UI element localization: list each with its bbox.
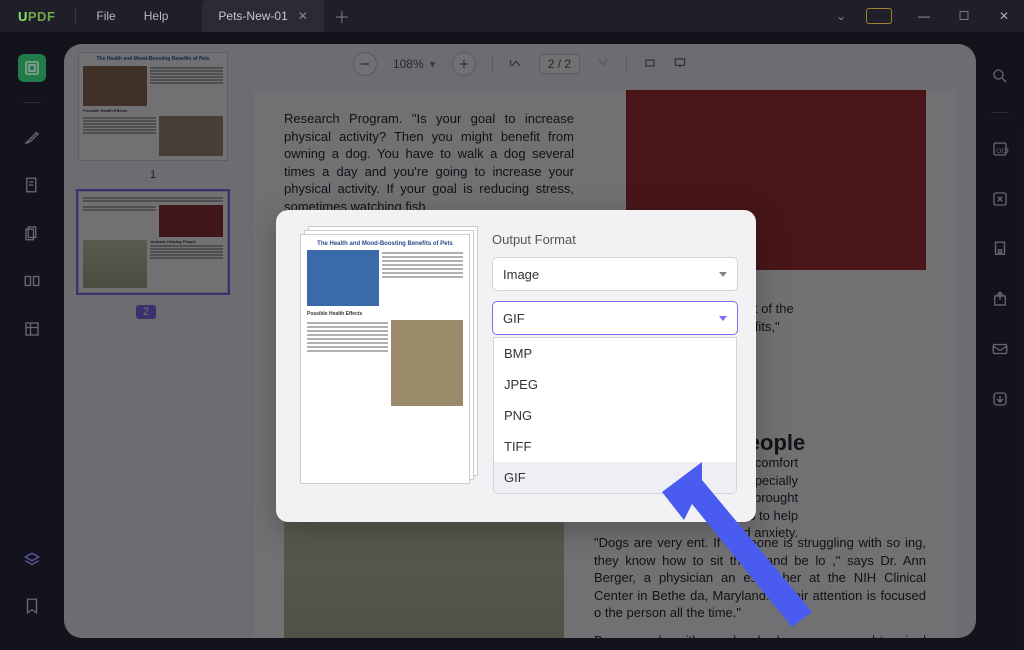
select-value: Image — [503, 267, 539, 282]
protect-icon[interactable] — [986, 235, 1014, 263]
preview-sub: Possible Health Effects — [307, 311, 463, 317]
menu-file[interactable]: File — [82, 9, 129, 23]
left-toolbar — [0, 44, 64, 638]
share-icon[interactable] — [986, 285, 1014, 313]
app-body: OCR 108%▾ 2 / 2 The Health and Mood-Boos… — [0, 32, 1024, 650]
chevron-down-icon — [719, 272, 727, 277]
output-format-label: Output Format — [492, 232, 738, 247]
crop-tool[interactable] — [18, 315, 46, 343]
option-bmp[interactable]: BMP — [494, 338, 736, 369]
bookmark-icon[interactable] — [18, 592, 46, 620]
organize-tool[interactable] — [18, 267, 46, 295]
option-png[interactable]: PNG — [494, 400, 736, 431]
svg-text:OCR: OCR — [996, 148, 1009, 155]
premium-badge[interactable] — [866, 8, 892, 24]
thumbnails-tool[interactable] — [18, 54, 46, 82]
chevron-down-icon[interactable]: ⌄ — [828, 9, 854, 23]
dialog-preview: The Health and Mood-Boosting Benefits of… — [300, 234, 470, 484]
search-icon[interactable] — [986, 62, 1014, 90]
option-gif[interactable]: GIF — [494, 462, 736, 493]
document-tab[interactable]: Pets-New-01 ✕ — [202, 0, 323, 32]
edit-tool[interactable] — [18, 171, 46, 199]
app-logo: UPDF — [18, 9, 55, 24]
separator — [991, 112, 1009, 113]
close-icon[interactable]: ✕ — [298, 9, 308, 23]
option-jpeg[interactable]: JPEG — [494, 369, 736, 400]
tab-title: Pets-New-01 — [218, 9, 287, 23]
image-format-select[interactable]: GIF BMP JPEG PNG TIFF GIF — [492, 301, 738, 335]
menu-help[interactable]: Help — [130, 9, 183, 23]
format-type-select[interactable]: Image — [492, 257, 738, 291]
close-window-button[interactable]: ✕ — [984, 9, 1024, 23]
new-tab-button[interactable]: ＋ — [334, 4, 350, 28]
ocr-icon[interactable]: OCR — [986, 135, 1014, 163]
select-value: GIF — [503, 311, 525, 326]
minimize-button[interactable]: — — [904, 9, 944, 23]
option-tiff[interactable]: TIFF — [494, 431, 736, 462]
separator — [23, 102, 41, 103]
annotate-tool[interactable] — [18, 123, 46, 151]
preview-title: The Health and Mood-Boosting Benefits of… — [307, 241, 463, 247]
separator — [75, 9, 76, 23]
format-dropdown: BMP JPEG PNG TIFF GIF — [493, 337, 737, 494]
titlebar: UPDF File Help Pets-New-01 ✕ ＋ ⌄ — ☐ ✕ — [0, 0, 1024, 32]
convert-icon[interactable] — [986, 185, 1014, 213]
right-toolbar: OCR — [976, 44, 1024, 638]
export-icon[interactable] — [986, 385, 1014, 413]
mail-icon[interactable] — [986, 335, 1014, 363]
chevron-down-icon — [719, 316, 727, 321]
copy-tool[interactable] — [18, 219, 46, 247]
maximize-button[interactable]: ☐ — [944, 9, 984, 23]
layers-icon[interactable] — [18, 546, 46, 574]
export-dialog: The Health and Mood-Boosting Benefits of… — [276, 210, 756, 522]
